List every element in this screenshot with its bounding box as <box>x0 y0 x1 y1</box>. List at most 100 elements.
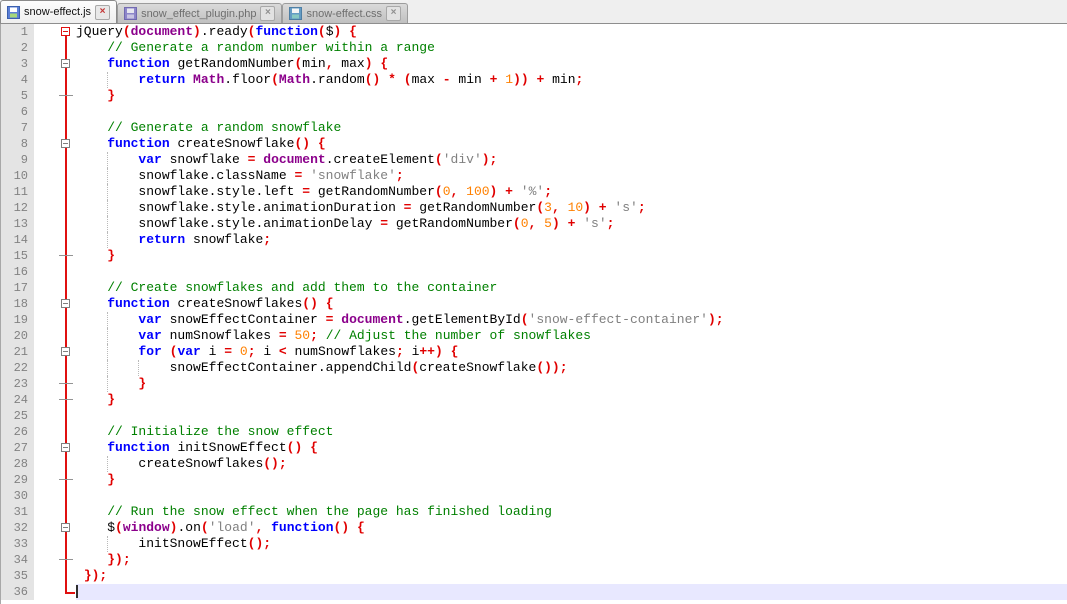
line-number: 3 <box>1 56 34 72</box>
code-line[interactable]: 14 return snowflake; <box>1 232 1067 248</box>
saved-file-icon <box>7 6 20 19</box>
code-text[interactable]: var numSnowflakes = 50; // Adjust the nu… <box>76 328 1067 344</box>
code-line[interactable]: 19 var snowEffectContainer = document.ge… <box>1 312 1067 328</box>
fold-collapse-icon[interactable] <box>61 139 70 148</box>
tab-snow-effect-plugin-php[interactable]: snow_effect_plugin.php × <box>117 3 282 23</box>
code-line[interactable]: 4 return Math.floor(Math.random() * (max… <box>1 72 1067 88</box>
code-text[interactable]: } <box>76 376 1067 392</box>
code-line[interactable]: 27 function initSnowEffect() { <box>1 440 1067 456</box>
code-line[interactable]: 24 } <box>1 392 1067 408</box>
code-text[interactable]: function createSnowflake() { <box>76 136 1067 152</box>
code-line[interactable]: 25 <box>1 408 1067 424</box>
code-text[interactable]: var snowEffectContainer = document.getEl… <box>76 312 1067 328</box>
fold-collapse-icon[interactable] <box>61 443 70 452</box>
code-text[interactable]: var snowflake = document.createElement('… <box>76 152 1067 168</box>
code-text[interactable]: $(window).on('load', function() { <box>76 520 1067 536</box>
code-line[interactable]: 2 // Generate a random number within a r… <box>1 40 1067 56</box>
code-line[interactable]: 12 snowflake.style.animationDuration = g… <box>1 200 1067 216</box>
tab-label: snow_effect_plugin.php <box>141 8 256 20</box>
code-line[interactable]: 1jQuery(document).ready(function($) { <box>1 24 1067 40</box>
code-text[interactable] <box>76 584 1067 600</box>
code-text[interactable]: // Initialize the snow effect <box>76 424 1067 440</box>
code-line[interactable]: 13 snowflake.style.animationDelay = getR… <box>1 216 1067 232</box>
code-text[interactable]: } <box>76 88 1067 104</box>
code-text[interactable]: snowEffectContainer.appendChild(createSn… <box>76 360 1067 376</box>
code-line[interactable]: 28 createSnowflakes(); <box>1 456 1067 472</box>
fold-collapse-icon[interactable] <box>61 299 70 308</box>
code-text[interactable]: function getRandomNumber(min, max) { <box>76 56 1067 72</box>
close-tab-icon[interactable]: × <box>260 6 275 21</box>
code-line[interactable]: 18 function createSnowflakes() { <box>1 296 1067 312</box>
line-number: 12 <box>1 200 34 216</box>
code-text[interactable]: snowflake.style.animationDelay = getRand… <box>76 216 1067 232</box>
fold-margin <box>34 152 76 168</box>
close-tab-icon[interactable]: × <box>386 6 401 21</box>
code-text[interactable]: jQuery(document).ready(function($) { <box>76 24 1067 40</box>
code-text[interactable] <box>76 104 1067 120</box>
code-line[interactable]: 34 }); <box>1 552 1067 568</box>
fold-margin <box>34 216 76 232</box>
code-text[interactable]: return Math.floor(Math.random() * (max -… <box>76 72 1067 88</box>
fold-margin <box>34 328 76 344</box>
editor[interactable]: 1jQuery(document).ready(function($) {2 /… <box>0 24 1067 604</box>
code-text[interactable]: // Run the snow effect when the page has… <box>76 504 1067 520</box>
editor-rows: 1jQuery(document).ready(function($) {2 /… <box>1 24 1067 600</box>
code-line[interactable]: 33 initSnowEffect(); <box>1 536 1067 552</box>
code-line[interactable]: 22 snowEffectContainer.appendChild(creat… <box>1 360 1067 376</box>
code-line[interactable]: 16 <box>1 264 1067 280</box>
code-line[interactable]: 15 } <box>1 248 1067 264</box>
code-line[interactable]: 6 <box>1 104 1067 120</box>
close-tab-icon[interactable]: × <box>95 5 110 20</box>
code-text[interactable]: function initSnowEffect() { <box>76 440 1067 456</box>
code-line[interactable]: 3 function getRandomNumber(min, max) { <box>1 56 1067 72</box>
code-line[interactable]: 21 for (var i = 0; i < numSnowflakes; i+… <box>1 344 1067 360</box>
code-line[interactable]: 32 $(window).on('load', function() { <box>1 520 1067 536</box>
fold-collapse-icon[interactable] <box>61 347 70 356</box>
fold-collapse-icon[interactable] <box>61 523 70 532</box>
code-text[interactable]: initSnowEffect(); <box>76 536 1067 552</box>
fold-collapse-icon[interactable] <box>61 59 70 68</box>
code-line[interactable]: 5 } <box>1 88 1067 104</box>
code-text[interactable]: // Create snowflakes and add them to the… <box>76 280 1067 296</box>
fold-margin <box>34 280 76 296</box>
code-text[interactable]: return snowflake; <box>76 232 1067 248</box>
code-text[interactable]: // Generate a random number within a ran… <box>76 40 1067 56</box>
code-text[interactable] <box>76 264 1067 280</box>
code-line[interactable]: 23 } <box>1 376 1067 392</box>
fold-margin <box>34 456 76 472</box>
code-text[interactable]: } <box>76 392 1067 408</box>
code-text[interactable]: createSnowflakes(); <box>76 456 1067 472</box>
fold-collapse-icon[interactable] <box>61 27 70 36</box>
code-line[interactable]: 8 function createSnowflake() { <box>1 136 1067 152</box>
code-line[interactable]: 7 // Generate a random snowflake <box>1 120 1067 136</box>
code-text[interactable]: for (var i = 0; i < numSnowflakes; i++) … <box>76 344 1067 360</box>
code-text[interactable]: }); <box>76 552 1067 568</box>
code-text[interactable] <box>76 488 1067 504</box>
code-text[interactable]: // Generate a random snowflake <box>76 120 1067 136</box>
line-number: 6 <box>1 104 34 120</box>
line-number: 27 <box>1 440 34 456</box>
code-text[interactable]: }); <box>76 568 1067 584</box>
tab-snow-effect-css[interactable]: snow-effect.css × <box>282 3 408 23</box>
code-text[interactable]: snowflake.className = 'snowflake'; <box>76 168 1067 184</box>
code-line[interactable]: 35 }); <box>1 568 1067 584</box>
tab-snow-effect-js[interactable]: snow-effect.js × <box>0 0 117 23</box>
code-line[interactable]: 10 snowflake.className = 'snowflake'; <box>1 168 1067 184</box>
code-text[interactable]: snowflake.style.animationDuration = getR… <box>76 200 1067 216</box>
code-line[interactable]: 9 var snowflake = document.createElement… <box>1 152 1067 168</box>
code-line[interactable]: 31 // Run the snow effect when the page … <box>1 504 1067 520</box>
code-line[interactable]: 11 snowflake.style.left = getRandomNumbe… <box>1 184 1067 200</box>
fold-margin <box>34 312 76 328</box>
code-line[interactable]: 17 // Create snowflakes and add them to … <box>1 280 1067 296</box>
fold-margin <box>34 72 76 88</box>
code-text[interactable] <box>76 408 1067 424</box>
code-line[interactable]: 20 var numSnowflakes = 50; // Adjust the… <box>1 328 1067 344</box>
code-text[interactable]: } <box>76 248 1067 264</box>
code-text[interactable]: } <box>76 472 1067 488</box>
code-line[interactable]: 29 } <box>1 472 1067 488</box>
code-line[interactable]: 30 <box>1 488 1067 504</box>
code-text[interactable]: function createSnowflakes() { <box>76 296 1067 312</box>
code-line[interactable]: 36 <box>1 584 1067 600</box>
code-text[interactable]: snowflake.style.left = getRandomNumber(0… <box>76 184 1067 200</box>
code-line[interactable]: 26 // Initialize the snow effect <box>1 424 1067 440</box>
